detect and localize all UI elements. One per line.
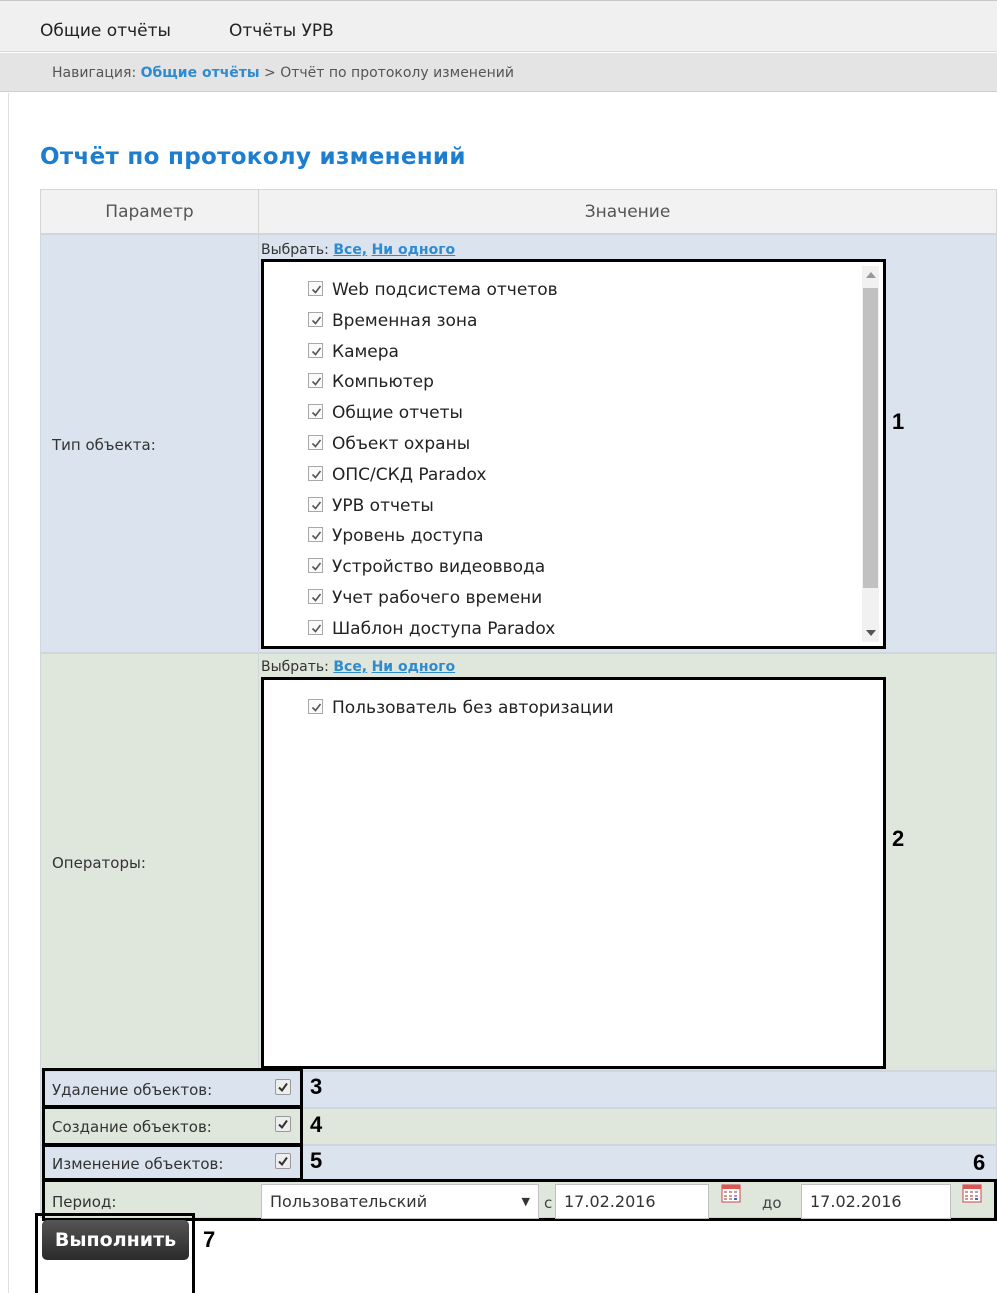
breadcrumb-prefix: Навигация:	[52, 65, 137, 81]
checkbox[interactable]	[308, 589, 323, 604]
checkbox[interactable]	[308, 281, 323, 296]
period-select[interactable]: Пользовательский ▼	[261, 1184, 539, 1219]
list-item[interactable]: Уровень доступа	[308, 524, 484, 548]
select-none-link[interactable]: Ни одного	[372, 659, 456, 675]
list-item[interactable]: Устройство видеоввода	[308, 555, 545, 579]
list-item-label: Устройство видеоввода	[332, 557, 546, 578]
col-header-param: Параметр	[40, 189, 259, 234]
list-item[interactable]: Общие отчеты	[308, 401, 463, 425]
operators-select-row: Выбрать: Все, Ни одного	[261, 659, 455, 675]
chevron-down-icon: ▼	[521, 1195, 530, 1208]
list-item-label: Шаблон доступа Paradox	[332, 618, 556, 639]
select-all-link[interactable]: Все,	[333, 659, 367, 675]
list-item-label: Учет рабочего времени	[332, 588, 543, 608]
menu-urv-reports[interactable]: Отчёты УРВ	[229, 23, 334, 40]
object-type-list[interactable]: Web подсистема отчетов Временная зона Каме…	[261, 259, 886, 649]
list-item-label: Временная зона	[332, 310, 478, 331]
list-item-label: Камера	[332, 341, 399, 362]
list-item[interactable]: Камера	[308, 340, 399, 364]
date-from-input[interactable]: 17.02.2016	[555, 1184, 709, 1219]
list-item-label: Объект охраны	[332, 434, 471, 454]
checkbox[interactable]	[308, 311, 323, 327]
period-select-value: Пользовательский	[270, 1192, 428, 1211]
checkbox[interactable]	[308, 619, 323, 635]
list-item-label: Уровень доступа	[332, 526, 484, 547]
checkbox[interactable]	[308, 496, 323, 512]
list-item[interactable]: Шаблон доступа Paradox	[308, 617, 555, 641]
breadcrumb-link[interactable]: Общие отчёты	[141, 65, 260, 81]
create-objects-checkbox[interactable]	[275, 1116, 291, 1132]
page-title: Отчёт по протоколу изменений	[40, 144, 466, 170]
breadcrumb-bar: Навигация: Общие отчёты > Отчёт по прото…	[0, 53, 997, 92]
delete-objects-checkbox[interactable]	[275, 1079, 291, 1095]
delete-objects-label: Удаление объектов:	[52, 1081, 213, 1099]
col-header-value: Значение	[258, 189, 997, 234]
checkbox[interactable]	[308, 435, 323, 450]
list-item-label: Общие отчеты	[332, 403, 463, 424]
select-none-link[interactable]: Ни одного	[372, 242, 456, 258]
select-all-link[interactable]: Все,	[333, 242, 367, 258]
period-label: Период:	[52, 1193, 117, 1211]
operators-list[interactable]: Пользователь без авторизации	[261, 677, 886, 1069]
to-label: до	[762, 1194, 782, 1212]
run-button[interactable]: Выполнить	[42, 1220, 189, 1260]
list-item[interactable]: Учет рабочего времени	[308, 586, 542, 610]
list-item-label: Web подсистема отчетов	[332, 280, 558, 300]
list-item-label: ОПС/СКД Paradox	[332, 464, 487, 485]
checkbox[interactable]	[308, 558, 323, 574]
checkbox[interactable]	[308, 699, 323, 714]
select-prefix: Выбрать:	[261, 659, 329, 675]
scroll-thumb[interactable]	[863, 288, 878, 588]
checkbox[interactable]	[308, 342, 323, 358]
annotation-2: 2	[892, 826, 905, 851]
list-item[interactable]: Web подсистема отчетов	[308, 278, 558, 302]
annotation-6: 6	[973, 1150, 986, 1175]
checkbox[interactable]	[308, 527, 323, 543]
change-objects-label: Изменение объектов:	[52, 1155, 224, 1173]
select-prefix: Выбрать:	[261, 242, 329, 258]
list-item[interactable]: ОПС/СКД Paradox	[308, 463, 486, 487]
list-item[interactable]: Объект охраны	[308, 432, 470, 456]
annotation-3: 3	[310, 1074, 323, 1099]
list-item-label: Компьютер	[332, 372, 434, 393]
change-objects-checkbox[interactable]	[275, 1153, 291, 1169]
checkbox[interactable]	[308, 404, 323, 420]
breadcrumb: Навигация: Общие отчёты > Отчёт по прото…	[52, 65, 514, 81]
scroll-down-icon[interactable]	[866, 630, 876, 636]
object-type-label: Тип объекта:	[52, 436, 156, 454]
create-objects-label: Создание объектов:	[52, 1118, 212, 1136]
annotation-7: 7	[203, 1227, 216, 1252]
object-type-scrollbar[interactable]	[862, 266, 879, 642]
scroll-up-icon[interactable]	[866, 272, 876, 278]
breadcrumb-current: Отчёт по протоколу изменений	[280, 65, 514, 81]
top-menu: Общие отчёты Отчёты УРВ	[0, 0, 997, 52]
list-item[interactable]: Временная зона	[308, 309, 477, 333]
breadcrumb-separator: >	[264, 65, 276, 81]
list-item-label: Пользователь без авторизации	[332, 698, 614, 718]
list-item[interactable]: УРВ отчеты	[308, 494, 434, 518]
checkbox[interactable]	[308, 373, 323, 389]
object-type-select-row: Выбрать: Все, Ни одного	[261, 242, 455, 258]
menu-general-reports[interactable]: Общие отчёты	[40, 23, 171, 40]
annotation-4: 4	[310, 1112, 323, 1137]
date-to-input[interactable]: 17.02.2016	[801, 1184, 951, 1219]
list-item[interactable]: Компьютер	[308, 370, 434, 394]
list-item[interactable]: Пользователь без авторизации	[308, 696, 614, 720]
list-item-label: УРВ отчеты	[332, 495, 434, 516]
annotation-1: 1	[892, 409, 905, 434]
annotation-5: 5	[310, 1148, 323, 1173]
calendar-icon[interactable]	[721, 1183, 741, 1203]
from-label: с	[544, 1194, 553, 1212]
calendar-icon[interactable]	[962, 1183, 982, 1203]
checkbox[interactable]	[308, 465, 323, 481]
operators-label: Операторы:	[52, 854, 146, 872]
